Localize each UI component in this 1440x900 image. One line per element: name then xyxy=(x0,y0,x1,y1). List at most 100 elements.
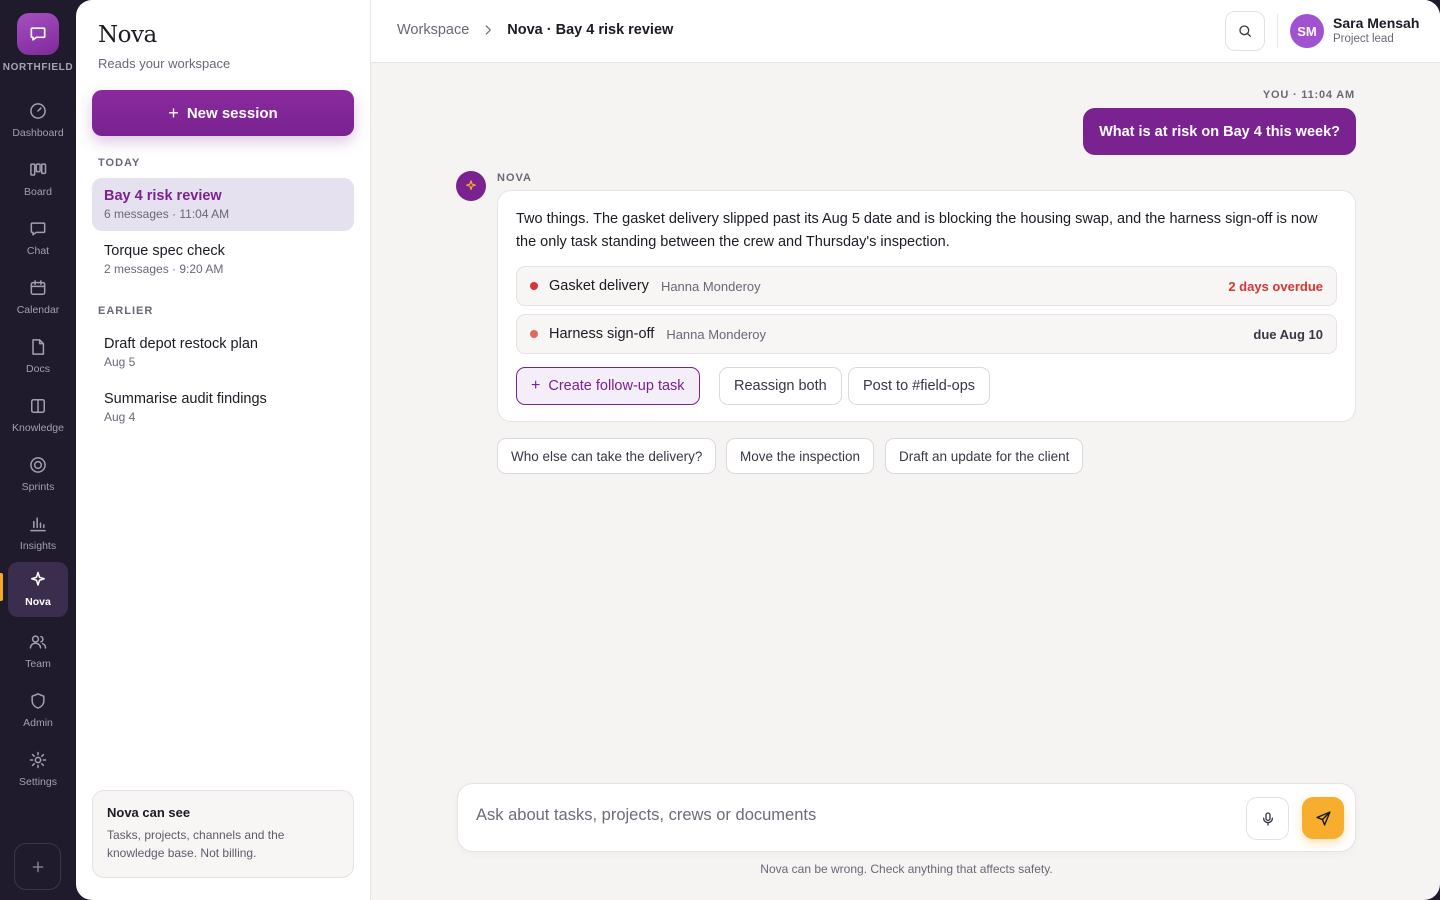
active-rail-marker xyxy=(0,573,3,601)
rail-item-label: Insights xyxy=(19,540,57,552)
action-label: Post to #field-ops xyxy=(863,378,976,394)
session-item[interactable]: Summarise audit findings Aug 4 xyxy=(92,381,354,434)
header-divider xyxy=(1277,14,1278,48)
rail-item-label: Board xyxy=(23,186,53,198)
session-title: Draft depot restock plan xyxy=(104,336,258,352)
shield-icon xyxy=(28,691,48,711)
rail-item-label: Dashboard xyxy=(12,127,64,139)
nova-scope-card: Nova can see Tasks, projects, channels a… xyxy=(92,790,354,878)
breadcrumb: Workspace Nova · Bay 4 risk review xyxy=(397,22,673,38)
sidebar-subtitle: Reads your workspace xyxy=(98,56,231,71)
task-row-gasket-delivery[interactable]: Gasket delivery Hanna Monderoy 2 days ov… xyxy=(516,266,1337,306)
rail-item-knowledge[interactable]: Knowledge xyxy=(8,388,68,443)
task-owner: Hanna Monderoy xyxy=(660,278,761,294)
rail-item-insights[interactable]: Insights xyxy=(8,506,68,561)
rail-item-label: Docs xyxy=(26,363,50,375)
chat-main: Workspace Nova · Bay 4 risk review SM Sa… xyxy=(371,0,1440,900)
rail-item-sprints[interactable]: Sprints xyxy=(8,447,68,502)
rail-item-dashboard[interactable]: Dashboard xyxy=(8,93,68,148)
message-composer xyxy=(457,783,1356,852)
action-label: Reassign both xyxy=(734,378,827,394)
session-item[interactable]: Torque spec check 2 messages · 9:20 AM xyxy=(92,233,354,286)
search-icon xyxy=(1239,25,1251,37)
rail-item-docs[interactable]: Docs xyxy=(8,329,68,384)
rail-item-label: Nova xyxy=(25,596,51,608)
rail-item-label: Calendar xyxy=(16,304,60,316)
session-title: Torque spec check xyxy=(104,243,225,259)
reassign-both-button[interactable]: Reassign both xyxy=(719,367,842,405)
search-button[interactable] xyxy=(1225,11,1265,51)
rail-item-label: Team xyxy=(25,658,51,670)
chevron-right-icon xyxy=(481,23,495,37)
chat-bubble-logo-icon xyxy=(30,27,46,41)
sidebar-title: Nova xyxy=(98,22,157,48)
rail-item-settings[interactable]: Settings xyxy=(8,742,68,797)
send-button[interactable] xyxy=(1302,797,1344,839)
user-role: Project lead xyxy=(1333,33,1394,45)
user-message-bubble: What is at risk on Bay 4 this week? xyxy=(1083,108,1356,155)
microphone-icon xyxy=(1262,811,1273,826)
rail-item-team[interactable]: Team xyxy=(8,624,68,679)
nova-response-card: Two things. The gasket delivery slipped … xyxy=(497,190,1356,422)
plus-icon: + xyxy=(531,377,541,394)
target-icon xyxy=(28,455,48,475)
plus-icon xyxy=(32,861,43,872)
primary-rail: NORTHFIELD Dashboard Board Chat Calendar… xyxy=(0,0,76,900)
breadcrumb-current: Nova · Bay 4 risk review xyxy=(507,22,674,38)
post-to-channel-button[interactable]: Post to #field-ops xyxy=(848,367,991,405)
suggestion-chip[interactable]: Draft an update for the client xyxy=(885,438,1084,474)
scope-card-body: Tasks, projects, channels and the knowle… xyxy=(107,828,285,860)
brand-name: NORTHFIELD xyxy=(2,62,74,73)
rail-item-label: Settings xyxy=(19,776,57,788)
nova-message-text: Two things. The gasket delivery slipped … xyxy=(516,211,1318,250)
voice-input-button[interactable] xyxy=(1246,797,1289,840)
session-meta: Aug 5 xyxy=(104,355,136,369)
suggestion-chip[interactable]: Move the inspection xyxy=(726,438,875,474)
session-meta: Aug 4 xyxy=(104,410,136,424)
task-row-harness-sign-off[interactable]: Harness sign-off Hanna Monderoy due Aug … xyxy=(516,314,1337,354)
new-session-button[interactable]: + New session xyxy=(92,90,354,136)
action-label: Create follow-up task xyxy=(548,378,685,394)
chat-icon xyxy=(28,219,48,239)
scope-card-title: Nova can see xyxy=(107,805,191,820)
rail-item-board[interactable]: Board xyxy=(8,152,68,207)
send-icon xyxy=(1315,810,1331,826)
rail-item-admin[interactable]: Admin xyxy=(8,683,68,738)
task-status: 2 days overdue xyxy=(1228,278,1323,294)
user-avatar[interactable]: SM xyxy=(1290,14,1324,48)
session-meta: 6 messages · 11:04 AM xyxy=(104,207,230,221)
brand-logo[interactable] xyxy=(17,13,59,55)
plus-icon: + xyxy=(168,103,179,123)
app-window: NORTHFIELD Dashboard Board Chat Calendar… xyxy=(0,0,1440,900)
rail-item-label: Admin xyxy=(23,717,53,729)
task-name: Gasket delivery xyxy=(549,278,649,294)
users-icon xyxy=(28,632,48,652)
message-input[interactable] xyxy=(476,806,1236,825)
task-owner: Hanna Monderoy xyxy=(666,326,767,342)
session-item-active[interactable]: Bay 4 risk review 6 messages · 11:04 AM xyxy=(92,178,354,231)
rail-item-label: Sprints xyxy=(21,481,55,493)
task-name: Harness sign-off xyxy=(549,326,655,342)
create-follow-up-task-button[interactable]: + Create follow-up task xyxy=(516,367,700,405)
rail-item-calendar[interactable]: Calendar xyxy=(8,270,68,325)
rail-item-nova[interactable]: Nova xyxy=(8,562,68,617)
section-label-today: TODAY xyxy=(98,157,141,169)
rail-item-chat[interactable]: Chat xyxy=(8,211,68,266)
task-status: due Aug 10 xyxy=(1253,326,1323,342)
breadcrumb-workspace[interactable]: Workspace xyxy=(397,22,469,38)
status-dot xyxy=(530,330,538,338)
user-name: Sara Mensah xyxy=(1333,15,1420,31)
section-label-earlier: EARLIER xyxy=(98,305,154,317)
book-icon xyxy=(28,396,48,416)
session-title: Summarise audit findings xyxy=(104,391,267,407)
session-item[interactable]: Draft depot restock plan Aug 5 xyxy=(92,326,354,379)
new-session-label: New session xyxy=(186,104,278,122)
sparkle-icon xyxy=(466,180,476,191)
user-message-meta: YOU · 11:04 AM xyxy=(1262,89,1355,101)
kanban-icon xyxy=(28,160,48,180)
suggestion-chip[interactable]: Who else can take the delivery? xyxy=(497,438,717,474)
session-title: Bay 4 risk review xyxy=(104,188,222,204)
add-app-button[interactable] xyxy=(14,843,61,890)
sparkle-icon xyxy=(28,570,48,590)
nova-sender-label: NOVA xyxy=(497,172,532,184)
